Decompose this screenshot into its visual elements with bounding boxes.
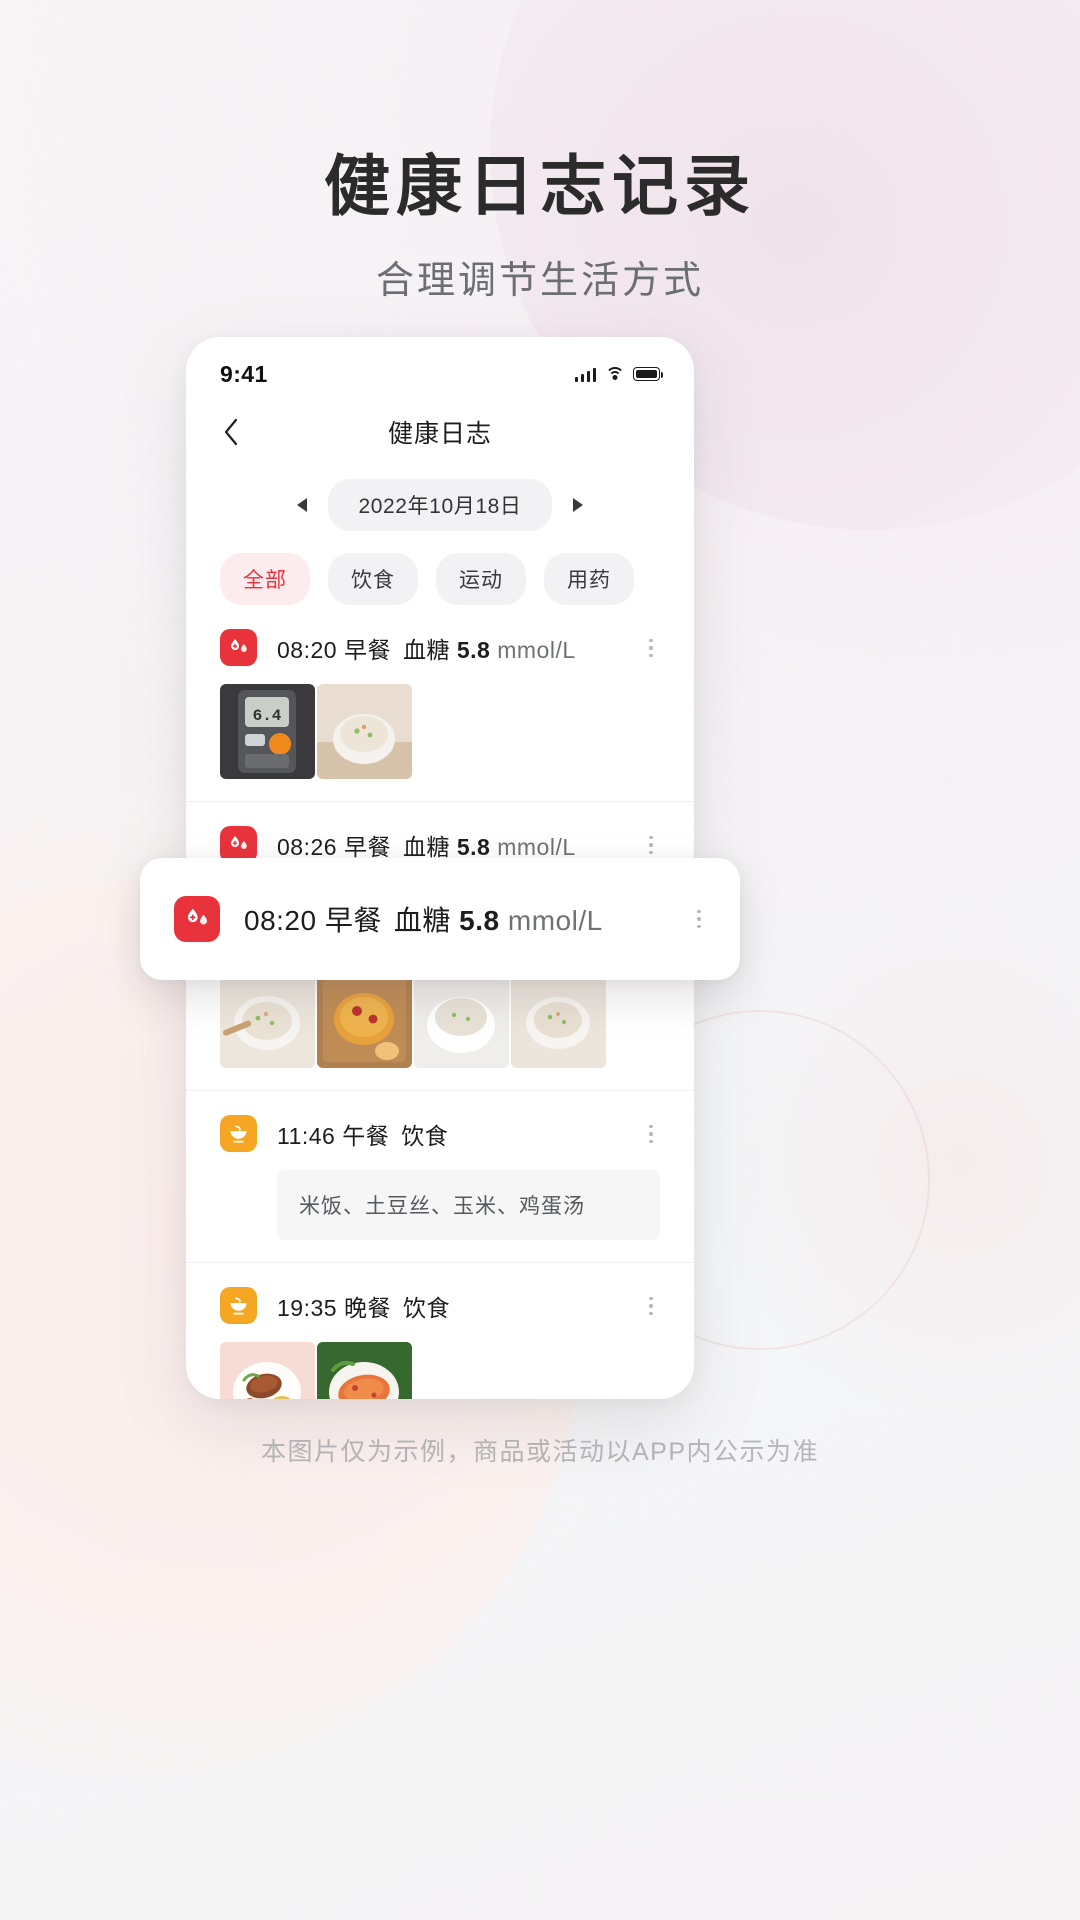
- entry-time: 08:20: [277, 636, 338, 663]
- entry-header: 19:35 晚餐 饮食: [220, 1287, 660, 1324]
- entry-metric-unit: mmol/L: [497, 636, 576, 663]
- filter-chip-medicine[interactable]: 用药: [544, 553, 634, 605]
- entry-summary: 08:20 早餐 血糖 5.8 mmol/L: [277, 631, 576, 665]
- meal-bowl-icon: [220, 1287, 257, 1324]
- app-navbar: 健康日志: [186, 399, 694, 465]
- background-blob-right: [700, 900, 1080, 1420]
- entry-meal: 午餐: [342, 1122, 390, 1149]
- entry-meal: 早餐: [343, 636, 391, 663]
- entry-more-menu-icon[interactable]: [640, 635, 662, 661]
- entry-summary: 19:35 晚餐 饮食: [277, 1289, 450, 1323]
- status-time: 9:41: [220, 360, 268, 387]
- entry-summary: 11:46 午餐 饮食: [277, 1117, 448, 1151]
- entry-header: 08:20 早餐 血糖 5.8 mmol/L: [220, 629, 660, 666]
- status-bar: 9:41: [186, 337, 694, 399]
- entry-more-menu-icon[interactable]: [640, 1121, 662, 1147]
- blood-drop-icon: [174, 896, 220, 942]
- thumbnail-steak-plate[interactable]: [220, 1342, 315, 1399]
- footer-disclaimer: 本图片仅为示例，商品或活动以APP内公示为准: [260, 1438, 820, 1466]
- thumbnail-porridge-b[interactable]: [511, 973, 606, 1068]
- page-title: 健康日志记录: [324, 149, 756, 223]
- entry-food-note: 米饭、土豆丝、玉米、鸡蛋汤: [277, 1170, 660, 1240]
- entry-thumbnail-row: [220, 1342, 660, 1399]
- entry-metric-value: 5.8: [456, 636, 491, 663]
- thumbnail-bowl[interactable]: [414, 973, 509, 1068]
- page-subtitle: 合理调节生活方式: [375, 259, 704, 302]
- date-value[interactable]: 2022年10月18日: [328, 479, 552, 531]
- cellular-signal-icon: [574, 367, 596, 382]
- highlighted-card-meal: 早餐: [324, 905, 382, 936]
- meal-bowl-icon: [220, 1115, 257, 1152]
- filter-chip-diet[interactable]: 饮食: [328, 553, 418, 605]
- entry-time: 19:35: [277, 1294, 338, 1321]
- date-prev-button[interactable]: [290, 493, 314, 517]
- highlighted-card-summary: 08:20 早餐 血糖 5.8 mmol/L: [244, 899, 603, 939]
- entry-metric-label: 血糖: [402, 833, 450, 860]
- thumbnail-fish-dish[interactable]: [317, 1342, 412, 1399]
- highlighted-log-card[interactable]: 08:20 早餐 血糖 5.8 mmol/L: [140, 858, 740, 980]
- entry-metric-label: 饮食: [402, 1294, 450, 1321]
- entry-thumbnail-row: 6.4: [220, 684, 660, 779]
- entry-more-menu-icon[interactable]: [640, 1293, 662, 1319]
- entry-metric-value: 5.8: [456, 833, 491, 860]
- entry-meal: 早餐: [343, 833, 391, 860]
- entry-summary: 08:26 早餐 血糖 5.8 mmol/L: [277, 828, 576, 862]
- hero-section: 健康日志记录 合理调节生活方式: [0, 150, 1080, 304]
- highlighted-card-more-menu-icon[interactable]: [688, 906, 710, 932]
- filter-chip-all[interactable]: 全部: [220, 553, 310, 605]
- entry-metric-label: 血糖: [402, 636, 450, 663]
- date-next-button[interactable]: [566, 493, 590, 517]
- thumbnail-glucometer[interactable]: 6.4: [220, 684, 315, 779]
- status-icons: [574, 367, 664, 382]
- thumbnail-porridge[interactable]: [317, 684, 412, 779]
- blood-drop-icon: [220, 629, 257, 666]
- highlighted-card-metric-value: 5.8: [459, 905, 500, 936]
- table-row[interactable]: 19:35 晚餐 饮食: [186, 1263, 694, 1399]
- health-log-list: 08:20 早餐 血糖 5.8 mmol/L 6.4 08:26 早餐 血糖 5…: [186, 605, 694, 1399]
- table-row[interactable]: 11:46 午餐 饮食 米饭、土豆丝、玉米、鸡蛋汤: [186, 1091, 694, 1263]
- filter-chip-exercise[interactable]: 运动: [436, 553, 526, 605]
- table-row[interactable]: 08:20 早餐 血糖 5.8 mmol/L 6.4: [186, 605, 694, 802]
- svg-text:6.4: 6.4: [253, 707, 282, 725]
- entry-time: 11:46: [277, 1122, 336, 1149]
- entry-metric-label: 饮食: [401, 1122, 449, 1149]
- thumbnail-porridge-a[interactable]: [220, 973, 315, 1068]
- date-selector: 2022年10月18日: [186, 479, 694, 531]
- highlighted-card-metric-unit: mmol/L: [507, 905, 603, 936]
- entry-thumbnail-row: [220, 973, 660, 1068]
- highlighted-card-time: 08:20: [244, 905, 317, 936]
- battery-icon: [633, 367, 664, 381]
- navbar-title: 健康日志: [387, 420, 492, 448]
- entry-metric-unit: mmol/L: [497, 833, 576, 860]
- entry-time: 08:26: [277, 833, 338, 860]
- entry-header: 11:46 午餐 饮食: [220, 1115, 660, 1152]
- thumbnail-soup[interactable]: [317, 973, 412, 1068]
- entry-more-menu-icon[interactable]: [640, 832, 662, 858]
- highlighted-card-metric-label: 血糖: [393, 905, 451, 936]
- entry-meal: 晚餐: [343, 1294, 391, 1321]
- wifi-icon: [605, 367, 624, 381]
- filter-chip-row: 全部 饮食 运动 用药: [186, 531, 694, 605]
